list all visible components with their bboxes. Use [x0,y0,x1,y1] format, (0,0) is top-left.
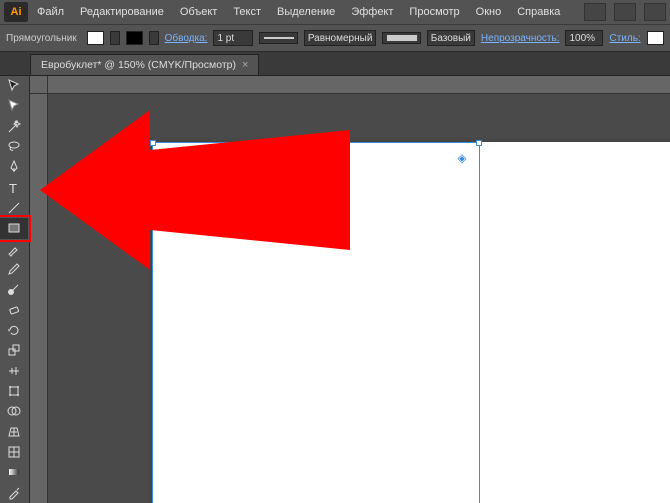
style-swatch[interactable] [647,31,664,45]
tab-title: Евробуклет* @ 150% (CMYK/Просмотр) [41,59,236,71]
workspace: ◈ ◈ [30,76,670,503]
menu-help[interactable]: Справка [510,3,567,21]
lasso-tool[interactable] [0,137,28,157]
horizontal-ruler[interactable] [48,76,670,94]
style-label[interactable]: Стиль: [609,33,640,44]
gradient-tool[interactable] [0,462,28,482]
fill-swatch[interactable] [87,31,104,45]
paintbrush-tool[interactable] [0,239,28,259]
tools-panel: T [0,76,30,503]
menu-edit[interactable]: Редактирование [73,3,171,21]
rectangle-tool[interactable] [0,218,28,238]
vertical-ruler[interactable] [30,94,48,503]
perspective-tool[interactable] [0,422,28,442]
rotate-tool[interactable] [0,320,28,340]
menu-file[interactable]: Файл [30,3,71,21]
type-tool[interactable]: T [0,178,28,198]
canvas[interactable]: ◈ ◈ [48,94,670,503]
document-tab-bar: Евробуклет* @ 150% (CMYK/Просмотр) × [0,52,670,76]
opacity-input[interactable] [565,30,603,46]
pen-tool[interactable] [0,157,28,177]
shape-builder-tool[interactable] [0,401,28,421]
stroke-dropdown-icon[interactable] [149,31,159,45]
selection-tool[interactable] [0,76,28,96]
workspace-switcher-icon[interactable] [584,3,606,21]
mesh-tool[interactable] [0,442,28,462]
magic-wand-tool[interactable] [0,117,28,137]
stroke-label[interactable]: Обводка: [165,33,208,44]
line-tool[interactable] [0,198,28,218]
dash-select[interactable]: Равномерный [304,30,377,46]
scale-tool[interactable] [0,340,28,360]
opacity-label[interactable]: Непрозрачность: [481,33,560,44]
direct-selection-tool[interactable] [0,96,28,116]
app-logo: Ai [4,2,28,22]
menu-object[interactable]: Объект [173,3,224,21]
fill-dropdown-icon[interactable] [110,31,120,45]
menu-window[interactable]: Окно [469,3,509,21]
eyedropper-tool[interactable] [0,483,28,503]
options-bar: Прямоугольник Обводка: Равномерный Базов… [0,24,670,52]
menubar: Ai Файл Редактирование Объект Текст Выде… [0,0,670,24]
tab-close-icon[interactable]: × [242,59,248,71]
stroke-weight-input[interactable] [213,30,253,46]
pencil-tool[interactable] [0,259,28,279]
artboard[interactable] [152,142,670,503]
shape-label: Прямоугольник [6,33,77,44]
menu-view[interactable]: Просмотр [402,3,466,21]
stroke-swatch[interactable] [126,31,143,45]
menu-select[interactable]: Выделение [270,3,342,21]
free-transform-tool[interactable] [0,381,28,401]
arrange-documents-icon[interactable] [614,3,636,21]
eraser-tool[interactable] [0,300,28,320]
dash-preview[interactable] [259,32,297,44]
svg-text:T: T [9,181,17,196]
ruler-origin[interactable] [30,76,48,94]
document-tab[interactable]: Евробуклет* @ 150% (CMYK/Просмотр) × [30,54,259,75]
width-tool[interactable] [0,361,28,381]
profile-select[interactable]: Базовый [427,30,475,46]
profile-preview[interactable] [382,32,420,44]
menu-text[interactable]: Текст [226,3,268,21]
menu-effect[interactable]: Эффект [344,3,400,21]
blob-brush-tool[interactable] [0,279,28,299]
sync-icon[interactable] [644,3,666,21]
